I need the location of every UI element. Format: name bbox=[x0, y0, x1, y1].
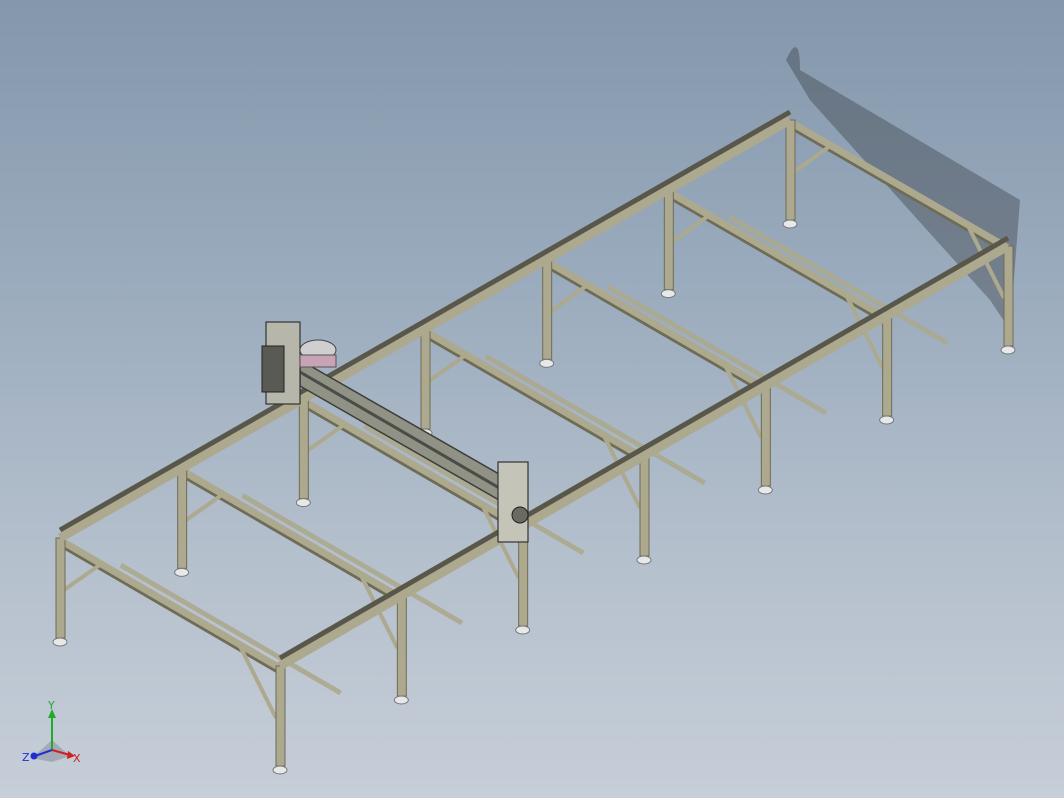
gantry-table-model[interactable] bbox=[0, 0, 1064, 798]
lower-stretcher bbox=[119, 563, 342, 696]
cad-viewport[interactable]: Y X Z bbox=[0, 0, 1064, 798]
leveling-foot bbox=[636, 555, 652, 565]
far-leg bbox=[882, 315, 893, 417]
far-leg bbox=[396, 595, 407, 697]
brace bbox=[671, 214, 709, 244]
leveling-foot bbox=[757, 485, 773, 495]
leveling-foot bbox=[660, 289, 676, 299]
cable-carrier bbox=[299, 354, 337, 368]
leveling-foot bbox=[782, 219, 798, 229]
brace bbox=[62, 563, 101, 592]
cross-member bbox=[179, 467, 404, 602]
leveling-foot bbox=[272, 765, 288, 775]
cross-member bbox=[301, 397, 525, 532]
brace bbox=[427, 354, 466, 383]
x-axis-label: X bbox=[73, 752, 81, 765]
near-leg bbox=[177, 467, 188, 569]
near-leg bbox=[785, 119, 796, 221]
leveling-foot bbox=[393, 695, 409, 705]
torch-carriage bbox=[261, 345, 285, 393]
near-leg bbox=[542, 258, 553, 360]
far-leg bbox=[275, 665, 286, 767]
drive-motor bbox=[511, 506, 529, 524]
z-axis-label: Z bbox=[22, 751, 30, 764]
gantry-right-endplate bbox=[497, 461, 529, 543]
axis-triad: Y X Z bbox=[22, 700, 81, 765]
leveling-foot bbox=[1000, 345, 1016, 355]
leveling-foot bbox=[879, 415, 895, 425]
brace bbox=[184, 493, 223, 522]
cross-member bbox=[58, 536, 282, 672]
leveling-foot bbox=[52, 637, 68, 647]
far-leg bbox=[1003, 245, 1014, 347]
leveling-foot bbox=[539, 358, 555, 368]
far-leg bbox=[760, 385, 771, 487]
near-leg bbox=[663, 189, 674, 291]
brace bbox=[792, 145, 831, 174]
cross-member bbox=[423, 327, 646, 462]
leveling-foot bbox=[295, 498, 311, 508]
near-leg bbox=[298, 398, 309, 500]
leveling-foot bbox=[515, 625, 531, 635]
cross-member bbox=[666, 188, 889, 322]
leveling-foot bbox=[174, 567, 190, 577]
brace bbox=[306, 423, 344, 453]
gantry-beam-rail bbox=[299, 370, 521, 502]
cross-member bbox=[544, 258, 768, 392]
lower-stretcher bbox=[241, 493, 464, 626]
z-axis-tip bbox=[30, 752, 38, 760]
y-axis-label: Y bbox=[47, 700, 55, 712]
lower-stretcher bbox=[606, 284, 828, 416]
far-leg bbox=[639, 455, 650, 557]
near-leg bbox=[55, 537, 66, 639]
lower-stretcher bbox=[362, 423, 585, 556]
near-leg bbox=[420, 328, 431, 430]
brace bbox=[549, 284, 588, 313]
lower-stretcher bbox=[727, 214, 949, 346]
